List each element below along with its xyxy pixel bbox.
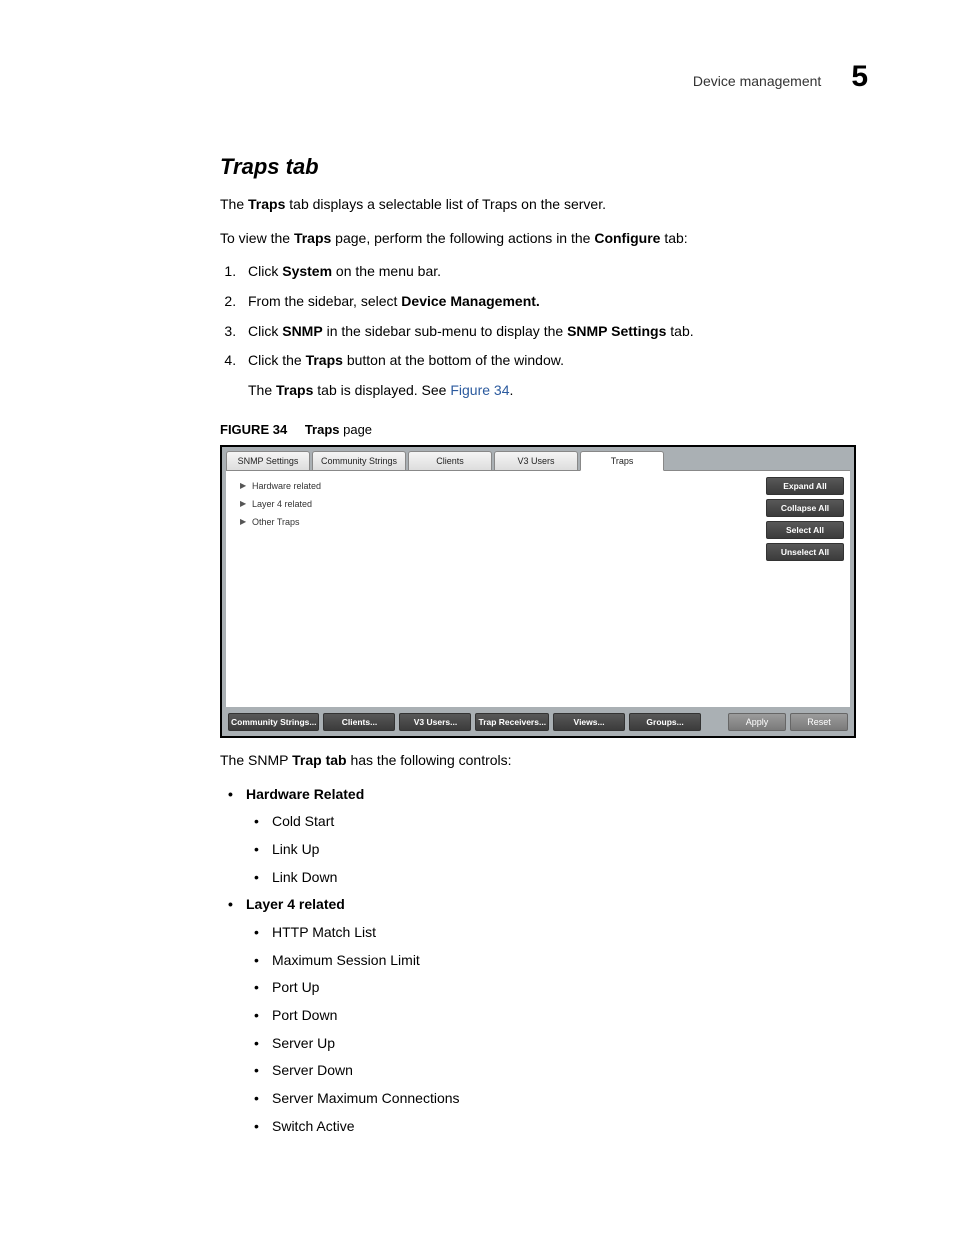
tab-traps[interactable]: Traps <box>580 451 664 471</box>
step-item: Click SNMP in the sidebar sub-menu to di… <box>240 321 868 343</box>
apply-button[interactable]: Apply <box>728 713 786 731</box>
text: The <box>220 196 248 212</box>
running-header: Device management 5 <box>86 60 868 94</box>
tree-label: Layer 4 related <box>252 499 312 509</box>
text-bold: Device Management. <box>401 293 540 309</box>
v3-users-button[interactable]: V3 Users... <box>399 713 471 731</box>
main-pane: ▶ Hardware related ▶ Layer 4 related ▶ O… <box>226 470 850 707</box>
expand-all-button[interactable]: Expand All <box>766 477 844 495</box>
figure-link[interactable]: Figure 34 <box>450 382 509 398</box>
text: tab: <box>660 230 687 246</box>
hardware-sublist: Cold Start Link Up Link Down <box>246 811 868 888</box>
tab-strip: SNMP Settings Community Strings Clients … <box>222 447 854 471</box>
text: To view the <box>220 230 294 246</box>
text: on the menu bar. <box>332 263 441 279</box>
list-item: HTTP Match List <box>246 922 868 944</box>
tree-label: Hardware related <box>252 481 321 491</box>
caret-right-icon: ▶ <box>240 481 248 490</box>
clients-button[interactable]: Clients... <box>323 713 395 731</box>
text-bold: SNMP Settings <box>567 323 666 339</box>
tree-row-other[interactable]: ▶ Other Traps <box>240 517 752 527</box>
bottom-bar: Community Strings... Clients... V3 Users… <box>222 708 854 736</box>
text-bold: SNMP <box>282 323 322 339</box>
list-item-layer4: Layer 4 related HTTP Match List Maximum … <box>220 894 868 1137</box>
section-title: Traps tab <box>220 154 868 180</box>
content-column: Traps tab The Traps tab displays a selec… <box>220 154 868 1137</box>
text-bold: Traps <box>294 230 331 246</box>
list-item: Maximum Session Limit <box>246 950 868 972</box>
text: tab displays a selectable list of Traps … <box>285 196 606 212</box>
groups-button[interactable]: Groups... <box>629 713 701 731</box>
select-all-button[interactable]: Select All <box>766 521 844 539</box>
caret-right-icon: ▶ <box>240 517 248 526</box>
list-item: Port Down <box>246 1005 868 1027</box>
step-item: Click the Traps button at the bottom of … <box>240 350 868 401</box>
unselect-all-button[interactable]: Unselect All <box>766 543 844 561</box>
figure-caption: FIGURE 34 Traps page <box>220 422 868 437</box>
text: . <box>510 382 514 398</box>
figure-label: FIGURE 34 <box>220 422 287 437</box>
after-figure-paragraph: The SNMP Trap tab has the following cont… <box>220 750 868 772</box>
chapter-number: 5 <box>851 60 868 94</box>
list-item: Server Up <box>246 1033 868 1055</box>
text-bold: Layer 4 related <box>246 896 345 912</box>
text: button at the bottom of the window. <box>343 352 564 368</box>
reset-button[interactable]: Reset <box>790 713 848 731</box>
step-item: Click System on the menu bar. <box>240 261 868 283</box>
list-item-hardware: Hardware Related Cold Start Link Up Link… <box>220 784 868 889</box>
text-bold: Configure <box>594 230 660 246</box>
text: page <box>340 422 373 437</box>
step-item: From the sidebar, select Device Manageme… <box>240 291 868 313</box>
views-button[interactable]: Views... <box>553 713 625 731</box>
list-item: Cold Start <box>246 811 868 833</box>
text: page, perform the following actions in t… <box>331 230 594 246</box>
text: Click <box>248 323 282 339</box>
text: The <box>248 382 276 398</box>
tab-snmp-settings[interactable]: SNMP Settings <box>226 451 310 471</box>
collapse-all-button[interactable]: Collapse All <box>766 499 844 517</box>
view-paragraph: To view the Traps page, perform the foll… <box>220 228 868 250</box>
text-bold: System <box>282 263 332 279</box>
traps-tree: ▶ Hardware related ▶ Layer 4 related ▶ O… <box>226 471 766 707</box>
text: tab. <box>666 323 693 339</box>
tab-v3-users[interactable]: V3 Users <box>494 451 578 471</box>
tab-clients[interactable]: Clients <box>408 451 492 471</box>
step-sub: The Traps tab is displayed. See Figure 3… <box>248 380 868 402</box>
controls-list: Hardware Related Cold Start Link Up Link… <box>220 784 868 1138</box>
running-header-text: Device management <box>693 73 821 89</box>
intro-paragraph: The Traps tab displays a selectable list… <box>220 194 868 216</box>
community-strings-button[interactable]: Community Strings... <box>228 713 319 731</box>
text-bold: Traps <box>305 422 340 437</box>
side-buttons: Expand All Collapse All Select All Unsel… <box>766 471 850 707</box>
text: From the sidebar, select <box>248 293 401 309</box>
trap-receivers-button[interactable]: Trap Receivers... <box>475 713 549 731</box>
figure-title: Traps page <box>305 422 372 437</box>
text: The SNMP <box>220 752 292 768</box>
text-bold: Traps <box>276 382 313 398</box>
list-item: Link Up <box>246 839 868 861</box>
text-bold: Traps <box>306 352 343 368</box>
page: Device management 5 Traps tab The Traps … <box>0 0 954 1235</box>
text: has the following controls: <box>347 752 512 768</box>
list-item: Link Down <box>246 867 868 889</box>
list-item: Server Down <box>246 1060 868 1082</box>
text: tab is displayed. See <box>313 382 450 398</box>
tree-row-hardware[interactable]: ▶ Hardware related <box>240 481 752 491</box>
list-item: Switch Active <box>246 1116 868 1138</box>
text-bold: Hardware Related <box>246 786 364 802</box>
tab-community-strings[interactable]: Community Strings <box>312 451 406 471</box>
text: in the sidebar sub-menu to display the <box>323 323 567 339</box>
text-bold: Trap tab <box>292 752 346 768</box>
text: Click the <box>248 352 306 368</box>
list-item: Port Up <box>246 977 868 999</box>
traps-page-screenshot: SNMP Settings Community Strings Clients … <box>220 445 856 738</box>
text-bold: Traps <box>248 196 285 212</box>
tree-label: Other Traps <box>252 517 300 527</box>
steps-list: Click System on the menu bar. From the s… <box>220 261 868 401</box>
tree-row-layer4[interactable]: ▶ Layer 4 related <box>240 499 752 509</box>
list-item: Server Maximum Connections <box>246 1088 868 1110</box>
layer4-sublist: HTTP Match List Maximum Session Limit Po… <box>246 922 868 1138</box>
text: Click <box>248 263 282 279</box>
caret-right-icon: ▶ <box>240 499 248 508</box>
